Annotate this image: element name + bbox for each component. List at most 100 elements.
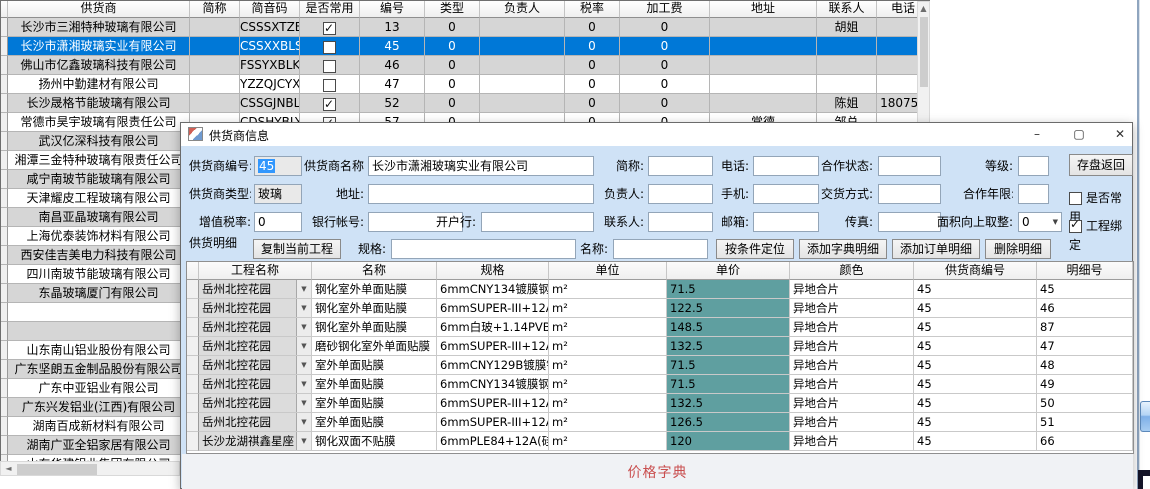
supplier-list-item[interactable]: 咸宁南玻节能玻璃有限公司	[8, 170, 190, 189]
supplier-list-item[interactable]: 南昌亚晶玻璃有限公司	[8, 208, 190, 227]
grid-row-header[interactable]	[187, 413, 199, 432]
table-cell-supplier[interactable]: 长沙市三湘特种玻璃有限公司	[8, 18, 190, 37]
project-combobox[interactable]: 岳州北控花园▼	[199, 394, 312, 413]
grid-cell-detail_no[interactable]: 49	[1037, 375, 1133, 394]
grid-cell-color[interactable]: 异地合片	[790, 280, 914, 299]
table-cell-supplier[interactable]: 常德市昊宇玻璃有限责任公司	[8, 113, 190, 132]
table-cell-rate[interactable]: 0	[565, 56, 620, 75]
project-combobox[interactable]: 岳州北控花园▼	[199, 318, 312, 337]
grid-row-header[interactable]	[187, 394, 199, 413]
grid-column-header-price[interactable]: 单价	[667, 262, 790, 280]
common-use-cell-checkbox[interactable]	[323, 98, 336, 111]
grid-cell-color[interactable]: 异地合片	[790, 375, 914, 394]
grid-cell-supplier_no[interactable]: 45	[914, 337, 1037, 356]
column-header-no[interactable]: 编号	[360, 0, 425, 18]
row-header[interactable]	[0, 398, 8, 417]
grid-cell-name[interactable]: 钢化室外单面贴膜	[312, 299, 437, 318]
table-cell-no[interactable]: 47	[360, 75, 425, 94]
grid-cell-supplier_no[interactable]: 45	[914, 413, 1037, 432]
table-cell-short[interactable]	[190, 18, 240, 37]
table-cell-contact[interactable]: 胡姐	[817, 18, 877, 37]
table-cell-common[interactable]	[300, 37, 360, 56]
list-horizontal-scrollbar[interactable]: ◄	[0, 461, 180, 476]
phone-field[interactable]	[753, 156, 819, 176]
grid-cell-supplier_no[interactable]: 45	[914, 280, 1037, 299]
project-combobox[interactable]: 岳州北控花园▼	[199, 356, 312, 375]
table-cell-manager[interactable]	[480, 94, 565, 113]
row-header[interactable]	[0, 303, 8, 322]
table-cell-rate[interactable]: 0	[565, 18, 620, 37]
table-cell-rate[interactable]: 0	[565, 94, 620, 113]
grid-cell-name[interactable]: 室外单面贴膜	[312, 375, 437, 394]
scroll-up-icon[interactable]: ▲	[918, 2, 929, 15]
supplier-list-item[interactable]: 湖南广亚全铝家居有限公司	[8, 436, 190, 455]
mobile-field[interactable]	[753, 184, 819, 204]
row-header[interactable]	[0, 360, 8, 379]
supplier-list-item[interactable]: 广东中亚铝业有限公司	[8, 379, 190, 398]
grid-column-header-color[interactable]: 颜色	[790, 262, 914, 280]
grid-cell-detail_no[interactable]: 48	[1037, 356, 1133, 375]
grid-cell-detail_no[interactable]: 46	[1037, 299, 1133, 318]
grid-cell-price[interactable]: 122.5	[667, 299, 790, 318]
supplier-list-item[interactable]: 西安佳吉美电力科技有限公司	[8, 246, 190, 265]
grid-cell-detail_no[interactable]: 45	[1037, 280, 1133, 299]
common-use-cell-checkbox[interactable]	[323, 41, 336, 54]
table-cell-short[interactable]	[190, 37, 240, 56]
supplier-list-item[interactable]	[8, 303, 190, 322]
supplier-list-item[interactable]: 四川南玻节能玻璃有限公司	[8, 265, 190, 284]
column-header-manager[interactable]: 负责人	[480, 0, 565, 18]
grid-column-header-name[interactable]: 名称	[312, 262, 437, 280]
grid-cell-price[interactable]: 148.5	[667, 318, 790, 337]
table-cell-address[interactable]	[710, 56, 817, 75]
grid-cell-name[interactable]: 钢化室外单面贴膜	[312, 318, 437, 337]
row-header[interactable]	[0, 208, 8, 227]
supplier-list-item[interactable]: 山东南山铝业股份有限公司	[8, 341, 190, 360]
name-filter-input[interactable]	[613, 239, 708, 259]
grid-cell-detail_no[interactable]: 50	[1037, 394, 1133, 413]
row-header[interactable]	[0, 132, 8, 151]
row-header[interactable]	[0, 189, 8, 208]
column-header-supplier[interactable]: 供货商	[8, 0, 190, 18]
grid-cell-unit[interactable]: m²	[549, 375, 667, 394]
grid-cell-detail_no[interactable]: 51	[1037, 413, 1133, 432]
grid-cell-name[interactable]: 室外单面贴膜	[312, 356, 437, 375]
table-cell-manager[interactable]	[480, 75, 565, 94]
table-cell-code[interactable]: FSSYXBLKJ...	[240, 56, 300, 75]
grid-cell-spec[interactable]: 6mmSUPER-III+12A(硅...	[437, 413, 549, 432]
grid-cell-unit[interactable]: m²	[549, 356, 667, 375]
delivery-field[interactable]	[878, 184, 941, 204]
grid-cell-name[interactable]: 磨砂钢化室外单面贴膜	[312, 337, 437, 356]
add-order-detail-button[interactable]: 添加订单明细	[892, 239, 980, 259]
grid-row-header[interactable]	[187, 299, 199, 318]
locate-by-condition-button[interactable]: 按条件定位	[716, 239, 794, 259]
table-cell-short[interactable]	[190, 75, 240, 94]
grid-cell-spec[interactable]: 6mmSUPER-III+12A(硅...	[437, 299, 549, 318]
row-header[interactable]	[0, 170, 8, 189]
row-header[interactable]	[0, 436, 8, 455]
table-cell-address[interactable]	[710, 75, 817, 94]
grid-row-header[interactable]	[187, 280, 199, 299]
dropdown-icon[interactable]: ▼	[296, 375, 311, 393]
dropdown-icon[interactable]: ▼	[296, 299, 311, 317]
table-cell-supplier[interactable]: 扬州中勤建材有限公司	[8, 75, 190, 94]
table-cell-type[interactable]: 0	[425, 56, 480, 75]
row-header[interactable]	[0, 151, 8, 170]
grid-cell-spec[interactable]: 6mm白玻+1.14PVB+6mm...	[437, 318, 549, 337]
table-cell-code[interactable]: CSSXXBLSY...	[240, 37, 300, 56]
supplier-list-item[interactable]: 湘潭三金特种玻璃有限责任公司	[8, 151, 190, 170]
table-cell-type[interactable]: 0	[425, 18, 480, 37]
grid-row-header[interactable]	[187, 432, 199, 451]
grid-cell-spec[interactable]: 6mmSUPER-III+12A(硅...	[437, 337, 549, 356]
grid-column-header-spec[interactable]: 规格	[437, 262, 549, 280]
common-use-cell-checkbox[interactable]	[323, 79, 336, 92]
row-header[interactable]	[0, 341, 8, 360]
table-cell-address[interactable]	[710, 18, 817, 37]
supplier-list-item[interactable]: 广东坚朗五金制品股份有限公司	[8, 360, 190, 379]
project-combobox[interactable]: 岳州北控花园▼	[199, 337, 312, 356]
grid-column-header-unit[interactable]: 单位	[549, 262, 667, 280]
grid-cell-spec[interactable]: 6mmSUPER-III+12A(硅...	[437, 394, 549, 413]
table-cell-manager[interactable]	[480, 18, 565, 37]
grid-cell-name[interactable]: 室外单面贴膜	[312, 394, 437, 413]
table-cell-code[interactable]: YZZQJCYXGS	[240, 75, 300, 94]
grid-column-header-project[interactable]: 工程名称	[199, 262, 312, 280]
